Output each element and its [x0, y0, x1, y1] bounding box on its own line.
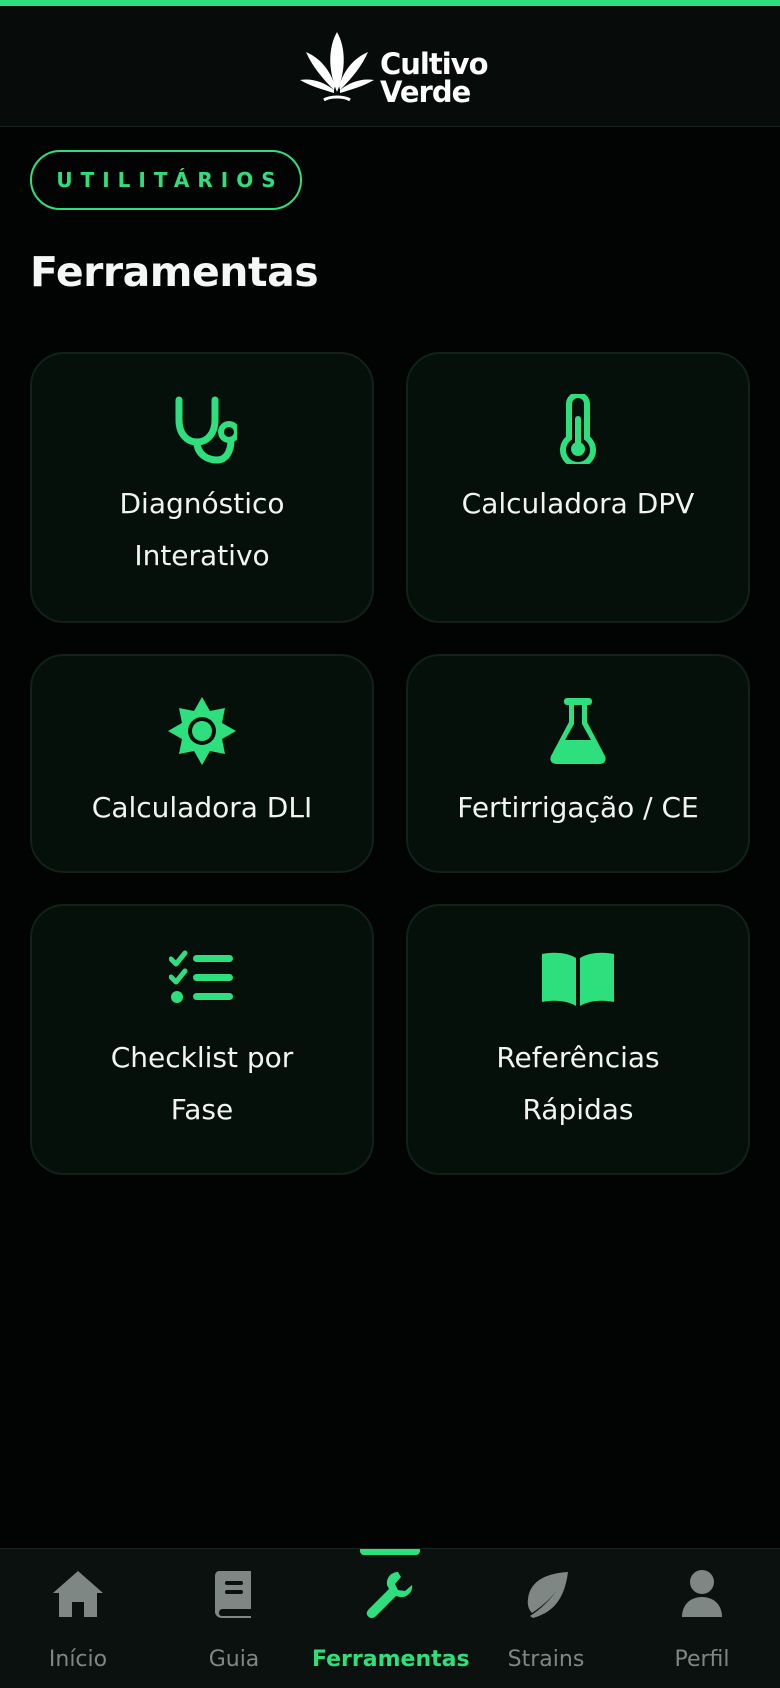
tool-label-line2: Interativo	[134, 539, 270, 572]
nav-label: Perfil	[674, 1647, 730, 1672]
logo-text: Cultivo Verde	[380, 47, 488, 109]
nav-label: Strains	[507, 1647, 585, 1672]
stethoscope-icon	[175, 396, 237, 464]
wrench-icon	[366, 1572, 413, 1619]
leaf-logo-icon	[300, 32, 374, 102]
tool-label-line1: Diagnóstico	[119, 487, 285, 520]
flask-icon	[550, 698, 606, 764]
user-icon	[682, 1570, 722, 1617]
tool-card-diagnostico[interactable]: Diagnóstico Interativo	[30, 352, 374, 623]
leaf-icon	[527, 1572, 568, 1618]
tool-label-line1: Calculadora DPV	[461, 487, 695, 520]
nav-label: Ferramentas	[312, 1647, 470, 1672]
tool-label-line1: Checklist por	[110, 1041, 294, 1074]
tool-card-label: Calculadora DLI	[42, 782, 362, 834]
tool-card-fertirrigacao[interactable]: Fertirrigação / CE	[406, 654, 750, 873]
logo-line1: Cultivo	[380, 47, 488, 81]
app-header: Cultivo Verde	[0, 6, 780, 127]
logo-line2: Verde	[380, 75, 471, 109]
tool-label-line1: Fertirrigação / CE	[457, 791, 699, 824]
page-title: Ferramentas	[30, 248, 319, 296]
tool-card-label: Calculadora DPV	[418, 478, 738, 530]
nav-label: Guia	[208, 1647, 260, 1672]
nav-label: Início	[48, 1647, 108, 1672]
nav-item-strains[interactable]: Strains	[468, 1549, 624, 1688]
tool-label-line2: Rápidas	[522, 1093, 634, 1126]
bottom-nav: Início Guia Ferramentas Strains Perfil	[0, 1548, 780, 1688]
tool-card-label: Referências Rápidas	[418, 1032, 738, 1136]
nav-item-perfil[interactable]: Perfil	[624, 1549, 780, 1688]
checklist-icon	[169, 950, 233, 1003]
tool-label-line2: Fase	[170, 1093, 234, 1126]
app-logo[interactable]: Cultivo Verde	[298, 30, 488, 112]
nav-item-ferramentas[interactable]: Ferramentas	[312, 1549, 470, 1688]
sun-icon	[168, 697, 236, 765]
section-pill: UTILITÁRIOS	[30, 150, 302, 210]
tool-card-label: Fertirrigação / CE	[418, 782, 738, 834]
nav-item-inicio[interactable]: Início	[0, 1549, 156, 1688]
tool-card-checklist[interactable]: Checklist por Fase	[30, 904, 374, 1175]
tool-card-dli[interactable]: Calculadora DLI	[30, 654, 374, 873]
tool-card-label: Diagnóstico Interativo	[42, 478, 362, 582]
app-root: Cultivo Verde UTILITÁRIOS Ferramentas Di…	[0, 0, 780, 1688]
tool-label-line1: Calculadora DLI	[91, 791, 313, 824]
tool-card-label: Checklist por Fase	[42, 1032, 362, 1136]
book-icon	[215, 1571, 251, 1618]
nav-item-guia[interactable]: Guia	[156, 1549, 312, 1688]
thermometer-icon	[560, 394, 596, 464]
home-icon	[53, 1571, 103, 1617]
tool-label-line1: Referências	[496, 1041, 660, 1074]
book-open-icon	[542, 952, 614, 1006]
tool-card-referencias[interactable]: Referências Rápidas	[406, 904, 750, 1175]
tool-card-dpv[interactable]: Calculadora DPV	[406, 352, 750, 623]
